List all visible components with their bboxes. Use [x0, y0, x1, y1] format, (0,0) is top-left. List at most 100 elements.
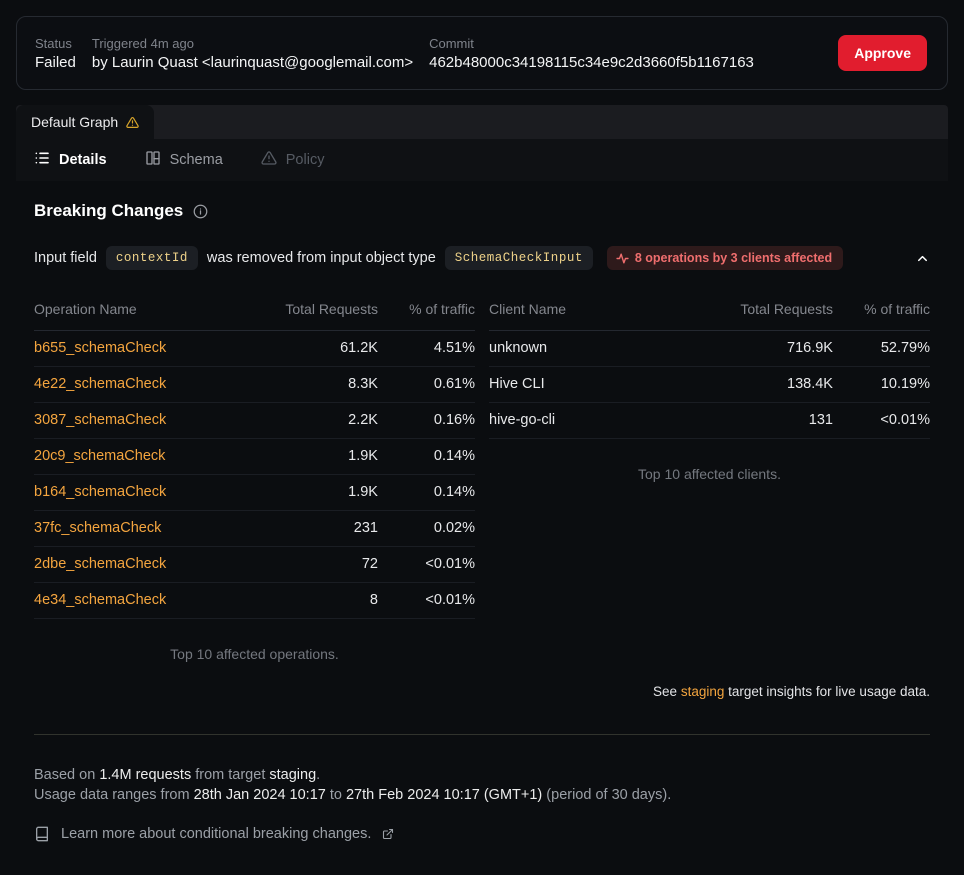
traffic-percent-cell: 0.02%	[378, 511, 475, 547]
clients-column: Client Name Total Requests % of traffic …	[489, 299, 930, 662]
col-traffic-percent: % of traffic	[378, 299, 475, 331]
line2-date-end: 27th Feb 2024 10:17 (GMT+1)	[346, 787, 542, 803]
insights-note-suffix: target insights for live usage data.	[728, 684, 930, 699]
footer-divider	[34, 734, 930, 735]
clients-table-caption: Top 10 affected clients.	[489, 466, 930, 482]
insights-note: See staging target insights for live usa…	[34, 684, 930, 699]
tab-default-graph[interactable]: Default Graph	[16, 105, 154, 139]
operation-name-link[interactable]: 37fc_schemaCheck	[34, 511, 263, 547]
total-requests-cell: 1.9K	[263, 439, 378, 475]
graph-tab-strip: Default Graph	[16, 105, 948, 139]
tab-default-graph-label: Default Graph	[31, 114, 118, 130]
traffic-percent-cell: <0.01%	[378, 583, 475, 619]
operation-name-link[interactable]: b164_schemaCheck	[34, 475, 263, 511]
traffic-percent-cell: <0.01%	[833, 403, 930, 439]
operation-name-link[interactable]: b655_schemaCheck	[34, 331, 263, 367]
subnav-policy-label: Policy	[286, 152, 325, 168]
usage-summary: Based on 1.4M requests from target stagi…	[34, 765, 930, 805]
external-link-icon	[382, 828, 394, 840]
change-text-middle: was removed from input object type	[207, 250, 436, 266]
affected-badge-label: 8 operations by 3 clients affected	[635, 251, 832, 265]
line1-end: .	[316, 767, 320, 783]
triggered-author: by Laurin Quast <laurinquast@googlemail.…	[92, 54, 413, 71]
usage-summary-line1: Based on 1.4M requests from target stagi…	[34, 765, 930, 785]
table-row: 4e34_schemaCheck8<0.01%	[34, 583, 475, 619]
total-requests-cell: 2.2K	[263, 403, 378, 439]
total-requests-cell: 8.3K	[263, 367, 378, 403]
table-row: hive-go-cli131<0.01%	[489, 403, 930, 439]
operations-table-caption: Top 10 affected operations.	[34, 646, 475, 662]
info-icon[interactable]	[193, 204, 208, 219]
total-requests-cell: 72	[263, 547, 378, 583]
traffic-percent-cell: 0.61%	[378, 367, 475, 403]
change-text-prefix: Input field	[34, 250, 97, 266]
line1-pre: Based on	[34, 767, 95, 783]
activity-pulse-icon	[616, 252, 629, 265]
table-row: b655_schemaCheck61.2K4.51%	[34, 331, 475, 367]
col-operation-name: Operation Name	[34, 299, 263, 331]
breaking-changes-header: Breaking Changes	[34, 201, 930, 221]
col-client-name: Client Name	[489, 299, 718, 331]
name-cell: Hive CLI	[489, 367, 718, 403]
insights-note-prefix: See	[653, 684, 677, 699]
table-row: 4e22_schemaCheck8.3K0.61%	[34, 367, 475, 403]
total-requests-cell: 8	[263, 583, 378, 619]
line2-end: (period of 30 days).	[546, 787, 671, 803]
usage-summary-line2: Usage data ranges from 28th Jan 2024 10:…	[34, 785, 930, 805]
traffic-percent-cell: 4.51%	[378, 331, 475, 367]
traffic-percent-cell: 0.14%	[378, 475, 475, 511]
name-cell: hive-go-cli	[489, 403, 718, 439]
check-subnav: Details Schema Policy	[16, 139, 948, 181]
field-code-chip: contextId	[106, 246, 198, 270]
total-requests-cell: 716.9K	[718, 331, 833, 367]
operations-table-header-row: Operation Name Total Requests % of traff…	[34, 299, 475, 331]
commit-label: Commit	[429, 36, 754, 51]
learn-more-label: Learn more about conditional breaking ch…	[61, 826, 371, 842]
line2-mid: to	[330, 787, 342, 803]
operation-name-link[interactable]: 20c9_schemaCheck	[34, 439, 263, 475]
subnav-item-details[interactable]: Details	[34, 150, 107, 170]
traffic-percent-cell: 0.16%	[378, 403, 475, 439]
name-cell: unknown	[489, 331, 718, 367]
col-traffic-percent: % of traffic	[833, 299, 930, 331]
staging-target-link[interactable]: staging	[681, 684, 725, 699]
table-row: 3087_schemaCheck2.2K0.16%	[34, 403, 475, 439]
total-requests-cell: 231	[263, 511, 378, 547]
col-total-requests: Total Requests	[718, 299, 833, 331]
table-row: 37fc_schemaCheck2310.02%	[34, 511, 475, 547]
type-code-chip: SchemaCheckInput	[445, 246, 593, 270]
total-requests-cell: 138.4K	[718, 367, 833, 403]
book-icon	[34, 826, 50, 842]
table-row: 20c9_schemaCheck1.9K0.14%	[34, 439, 475, 475]
subnav-item-schema[interactable]: Schema	[145, 150, 223, 170]
operation-name-link[interactable]: 4e22_schemaCheck	[34, 367, 263, 403]
clients-table: Client Name Total Requests % of traffic …	[489, 299, 930, 439]
total-requests-cell: 61.2K	[263, 331, 378, 367]
warning-triangle-icon	[126, 116, 139, 129]
col-total-requests: Total Requests	[263, 299, 378, 331]
subnav-schema-label: Schema	[170, 152, 223, 168]
traffic-percent-cell: 10.19%	[833, 367, 930, 403]
line1-mid: from target	[195, 767, 265, 783]
status-value: Failed	[35, 54, 76, 71]
check-header-card: Status Failed Triggered 4m ago by Laurin…	[16, 16, 948, 90]
table-row: unknown716.9K52.79%	[489, 331, 930, 367]
subnav-item-policy[interactable]: Policy	[261, 150, 325, 170]
operation-name-link[interactable]: 2dbe_schemaCheck	[34, 547, 263, 583]
operation-name-link[interactable]: 3087_schemaCheck	[34, 403, 263, 439]
line2-date-start: 28th Jan 2024 10:17	[194, 787, 326, 803]
clients-table-header-row: Client Name Total Requests % of traffic	[489, 299, 930, 331]
affected-operations-badge: 8 operations by 3 clients affected	[607, 246, 843, 270]
breaking-change-row[interactable]: Input field contextId was removed from i…	[34, 246, 930, 270]
operation-name-link[interactable]: 4e34_schemaCheck	[34, 583, 263, 619]
commit-hash: 462b48000c34198115c34e9c2d3660f5b1167163	[429, 54, 754, 71]
traffic-percent-cell: <0.01%	[378, 547, 475, 583]
usage-tables: Operation Name Total Requests % of traff…	[34, 299, 930, 662]
breaking-changes-title: Breaking Changes	[34, 201, 183, 221]
schema-columns-icon	[145, 150, 161, 170]
chevron-up-icon[interactable]	[915, 251, 930, 266]
learn-more-link[interactable]: Learn more about conditional breaking ch…	[34, 826, 394, 842]
approve-button[interactable]: Approve	[838, 35, 927, 71]
table-row: Hive CLI138.4K10.19%	[489, 367, 930, 403]
traffic-percent-cell: 52.79%	[833, 331, 930, 367]
